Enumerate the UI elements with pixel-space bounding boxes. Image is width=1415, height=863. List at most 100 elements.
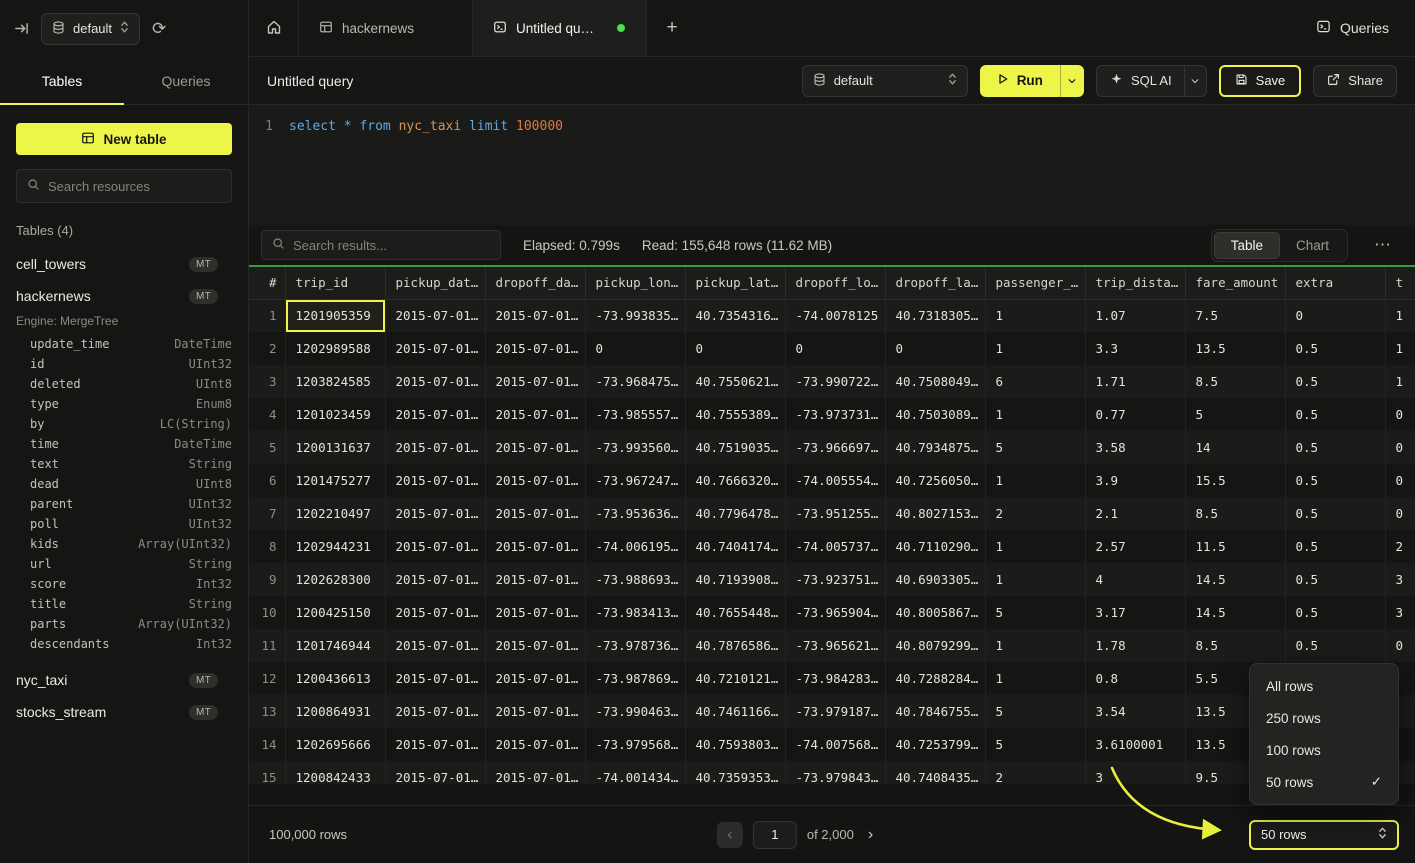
table-cell[interactable]: 8.5 xyxy=(1185,629,1285,662)
table-cell[interactable]: 40.7666320… xyxy=(685,464,785,497)
table-cell[interactable]: 0 xyxy=(685,332,785,365)
table-cell[interactable]: 6 xyxy=(985,365,1085,398)
table-cell[interactable]: 1 xyxy=(985,563,1085,596)
table-cell[interactable]: -74.001434… xyxy=(585,761,685,784)
column-item-title[interactable]: titleString xyxy=(0,594,248,614)
table-cell[interactable]: 3 xyxy=(1385,596,1415,629)
table-cell[interactable]: 2015-07-01… xyxy=(485,431,585,464)
column-item-text[interactable]: textString xyxy=(0,454,248,474)
table-cell[interactable]: 2015-07-01… xyxy=(385,761,485,784)
table-cell[interactable]: 2015-07-01… xyxy=(485,464,585,497)
table-cell[interactable]: 2015-07-01… xyxy=(485,398,585,431)
table-cell[interactable]: 1200425150 xyxy=(285,596,385,629)
column-header[interactable]: trip_id xyxy=(285,267,385,299)
table-cell[interactable]: 3.3 xyxy=(1085,332,1185,365)
search-results-input[interactable] xyxy=(293,238,490,253)
table-cell[interactable]: 40.7555389… xyxy=(685,398,785,431)
run-options-caret[interactable] xyxy=(1060,65,1084,97)
table-cell[interactable]: -73.967247… xyxy=(585,464,685,497)
table-cell[interactable]: 1 xyxy=(985,398,1085,431)
table-cell[interactable]: 1 xyxy=(1385,365,1415,398)
table-cell[interactable]: -73.965904… xyxy=(785,596,885,629)
table-cell[interactable]: -73.984283… xyxy=(785,662,885,695)
table-cell[interactable]: -73.983413… xyxy=(585,596,685,629)
table-cell[interactable]: -73.979568… xyxy=(585,728,685,761)
table-cell[interactable]: -73.990722… xyxy=(785,365,885,398)
table-cell[interactable]: -73.973731… xyxy=(785,398,885,431)
table-cell[interactable]: 1201475277 xyxy=(285,464,385,497)
table-cell[interactable]: 40.7846755… xyxy=(885,695,985,728)
sidebar-tab-tables[interactable]: Tables xyxy=(0,57,124,104)
table-cell[interactable]: 40.8005867… xyxy=(885,596,985,629)
table-cell[interactable]: 2015-07-01… xyxy=(385,596,485,629)
column-item-parent[interactable]: parentUInt32 xyxy=(0,494,248,514)
column-header[interactable]: dropoff_lo… xyxy=(785,267,885,299)
save-button[interactable]: Save xyxy=(1219,65,1302,97)
table-cell[interactable]: 1200864931 xyxy=(285,695,385,728)
new-table-button[interactable]: New table xyxy=(16,123,232,155)
table-cell[interactable]: -74.0078125 xyxy=(785,299,885,332)
next-page-button[interactable]: › xyxy=(864,826,877,844)
table-cell[interactable]: 2.57 xyxy=(1085,530,1185,563)
table-cell[interactable]: 1202944231 xyxy=(285,530,385,563)
table-cell[interactable]: 3.9 xyxy=(1085,464,1185,497)
sidebar-table-stocks_stream[interactable]: stocks_streamMT xyxy=(0,696,248,728)
more-options-icon[interactable]: ⋯ xyxy=(1370,235,1403,255)
table-cell[interactable]: 1.07 xyxy=(1085,299,1185,332)
column-item-time[interactable]: timeDateTime xyxy=(0,434,248,454)
results-search[interactable] xyxy=(261,230,501,260)
table-cell[interactable]: 7.5 xyxy=(1185,299,1285,332)
rows-menu-item-all-rows[interactable]: All rows xyxy=(1256,670,1392,702)
table-cell[interactable]: 40.7796478… xyxy=(685,497,785,530)
table-cell[interactable]: 14 xyxy=(1185,431,1285,464)
table-cell[interactable]: 0.5 xyxy=(1285,365,1385,398)
table-cell[interactable]: 1201023459 xyxy=(285,398,385,431)
column-header[interactable]: # xyxy=(249,267,285,299)
table-cell[interactable]: 0.5 xyxy=(1285,464,1385,497)
table-cell[interactable]: 5 xyxy=(985,596,1085,629)
table-cell[interactable]: 40.7193908… xyxy=(685,563,785,596)
table-cell[interactable]: 0 xyxy=(1385,398,1415,431)
sidebar-table-nyc_taxi[interactable]: nyc_taxiMT xyxy=(0,664,248,696)
table-cell[interactable]: -73.993835… xyxy=(585,299,685,332)
page-number-input[interactable] xyxy=(753,821,797,849)
table-cell[interactable]: 2015-07-01… xyxy=(385,299,485,332)
table-cell[interactable]: -73.965621… xyxy=(785,629,885,662)
table-cell[interactable]: 2015-07-01… xyxy=(485,497,585,530)
table-cell[interactable]: 2.1 xyxy=(1085,497,1185,530)
table-cell[interactable]: 1 xyxy=(985,464,1085,497)
table-cell[interactable]: 2015-07-01… xyxy=(485,695,585,728)
table-cell[interactable]: 0 xyxy=(1285,299,1385,332)
table-cell[interactable]: 15.5 xyxy=(1185,464,1285,497)
search-resources-input[interactable] xyxy=(48,179,221,194)
column-item-descendants[interactable]: descendantsInt32 xyxy=(0,634,248,654)
table-cell[interactable]: 5 xyxy=(985,728,1085,761)
tab-untitled-query[interactable]: Untitled qu… xyxy=(473,0,647,56)
table-cell[interactable]: 0 xyxy=(785,332,885,365)
column-item-update_time[interactable]: update_timeDateTime xyxy=(0,334,248,354)
column-item-dead[interactable]: deadUInt8 xyxy=(0,474,248,494)
table-cell[interactable]: 40.7404174… xyxy=(685,530,785,563)
table-cell[interactable]: 3.54 xyxy=(1085,695,1185,728)
column-header[interactable]: dropoff_da… xyxy=(485,267,585,299)
table-cell[interactable]: 1202695666 xyxy=(285,728,385,761)
table-cell[interactable]: 3.6100001 xyxy=(1085,728,1185,761)
query-database-selector[interactable]: default xyxy=(802,65,968,97)
table-cell[interactable]: 1 xyxy=(985,629,1085,662)
table-cell[interactable]: 3 xyxy=(1085,761,1185,784)
table-cell[interactable]: 40.7210121… xyxy=(685,662,785,695)
collapse-sidebar-icon[interactable] xyxy=(14,21,29,36)
table-cell[interactable]: 1201905359 xyxy=(285,299,385,332)
table-cell[interactable]: 2 xyxy=(985,497,1085,530)
column-item-url[interactable]: urlString xyxy=(0,554,248,574)
table-cell[interactable]: 0.77 xyxy=(1085,398,1185,431)
refresh-icon[interactable]: ⟳ xyxy=(152,19,166,39)
table-cell[interactable]: 1201746944 xyxy=(285,629,385,662)
table-cell[interactable]: 13.5 xyxy=(1185,332,1285,365)
table-cell[interactable]: 40.7256050… xyxy=(885,464,985,497)
table-cell[interactable]: -73.966697… xyxy=(785,431,885,464)
rows-menu-item-250-rows[interactable]: 250 rows xyxy=(1256,702,1392,734)
table-cell[interactable]: -73.990463… xyxy=(585,695,685,728)
table-cell[interactable]: -74.005737… xyxy=(785,530,885,563)
table-cell[interactable]: 40.7876586… xyxy=(685,629,785,662)
